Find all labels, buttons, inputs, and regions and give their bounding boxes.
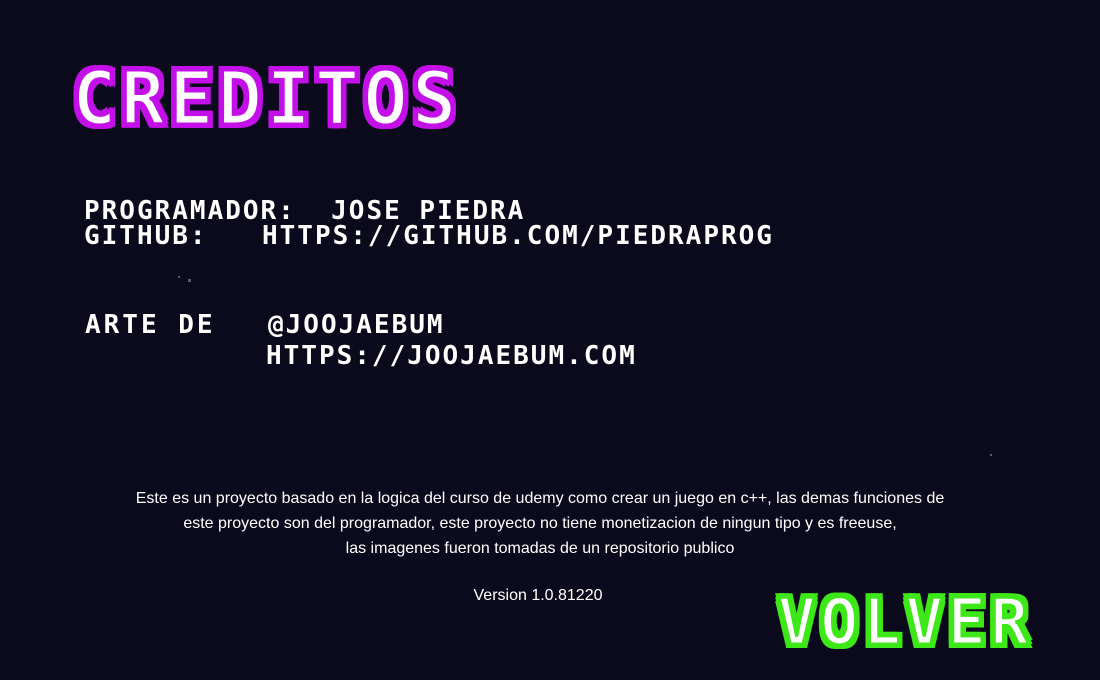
disclaimer-text: Este es un proyecto basado en la logica …	[90, 486, 990, 561]
version-label: Version 1.0.81220	[473, 587, 603, 604]
star-decoration	[990, 454, 992, 456]
art-credit-handle: @JOOJAEBUM	[268, 310, 445, 340]
disclaimer-line: este proyecto son del programador, este …	[183, 515, 897, 532]
back-button[interactable]: VOLVER	[744, 590, 1066, 657]
art-credit-url: HTTPS://JOOJAEBUM.COM	[266, 341, 637, 371]
github-url: HTTPS://GITHUB.COM/PIEDRAPROG	[262, 221, 774, 251]
disclaimer-line: Este es un proyecto basado en la logica …	[135, 490, 945, 507]
disclaimer-line: las imagenes fueron tomadas de un reposi…	[345, 540, 735, 557]
credits-screen: CREDITOS PROGRAMADOR: JOSE PIEDRA GITHUB…	[0, 0, 1100, 680]
art-credit-label: ARTE DE	[85, 310, 216, 340]
star-decoration	[188, 279, 191, 282]
credits-title: CREDITOS	[70, 56, 461, 142]
star-decoration	[178, 276, 180, 278]
github-label: GITHUB:	[84, 221, 208, 251]
